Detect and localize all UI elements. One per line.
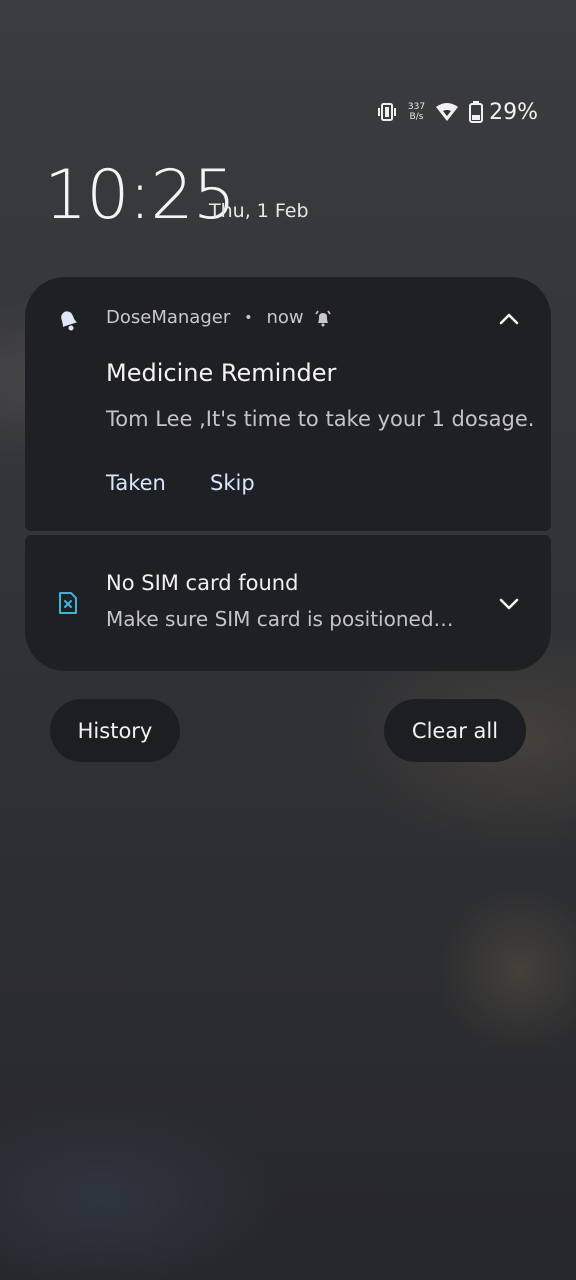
notification-header: DoseManager • now	[106, 307, 332, 328]
wifi-icon	[436, 103, 459, 121]
battery-icon	[469, 101, 484, 123]
notification-group: DoseManager • now Medicine Reminder Tom …	[25, 277, 551, 671]
clock-time: 10:25	[44, 156, 236, 235]
notification-body: Tom Lee ,It's time to take your 1 dosage…	[106, 407, 535, 431]
sim-notification-body: Make sure SIM card is positioned…	[106, 607, 454, 631]
clock-date: Thu, 1 Feb	[209, 200, 309, 222]
app-name: DoseManager	[106, 307, 231, 328]
status-bar: 337 B/s 29%	[376, 96, 538, 128]
network-speed-unit: B/s	[409, 112, 424, 122]
sim-notification-title: No SIM card found	[106, 571, 299, 595]
clear-all-button[interactable]: Clear all	[384, 699, 526, 762]
skip-button[interactable]: Skip	[210, 471, 255, 495]
sim-card-icon	[59, 592, 77, 614]
dosemanager-notification[interactable]: DoseManager • now Medicine Reminder Tom …	[25, 277, 551, 531]
network-speed: 337 B/s	[408, 102, 425, 122]
notification-time: now	[266, 307, 304, 328]
vibrate-icon	[377, 103, 396, 121]
sim-notification[interactable]: No SIM card found Make sure SIM card is …	[25, 535, 551, 671]
battery-percentage: 29%	[489, 99, 538, 125]
history-button[interactable]: History	[50, 699, 180, 762]
separator-dot: •	[244, 309, 253, 326]
bell-icon	[61, 311, 78, 331]
alarm-icon	[314, 310, 331, 326]
collapse-chevron-icon[interactable]	[497, 307, 521, 331]
expand-chevron-icon[interactable]	[497, 592, 521, 616]
taken-button[interactable]: Taken	[106, 471, 166, 495]
network-speed-value: 337	[407, 102, 426, 112]
notification-title: Medicine Reminder	[106, 359, 337, 387]
